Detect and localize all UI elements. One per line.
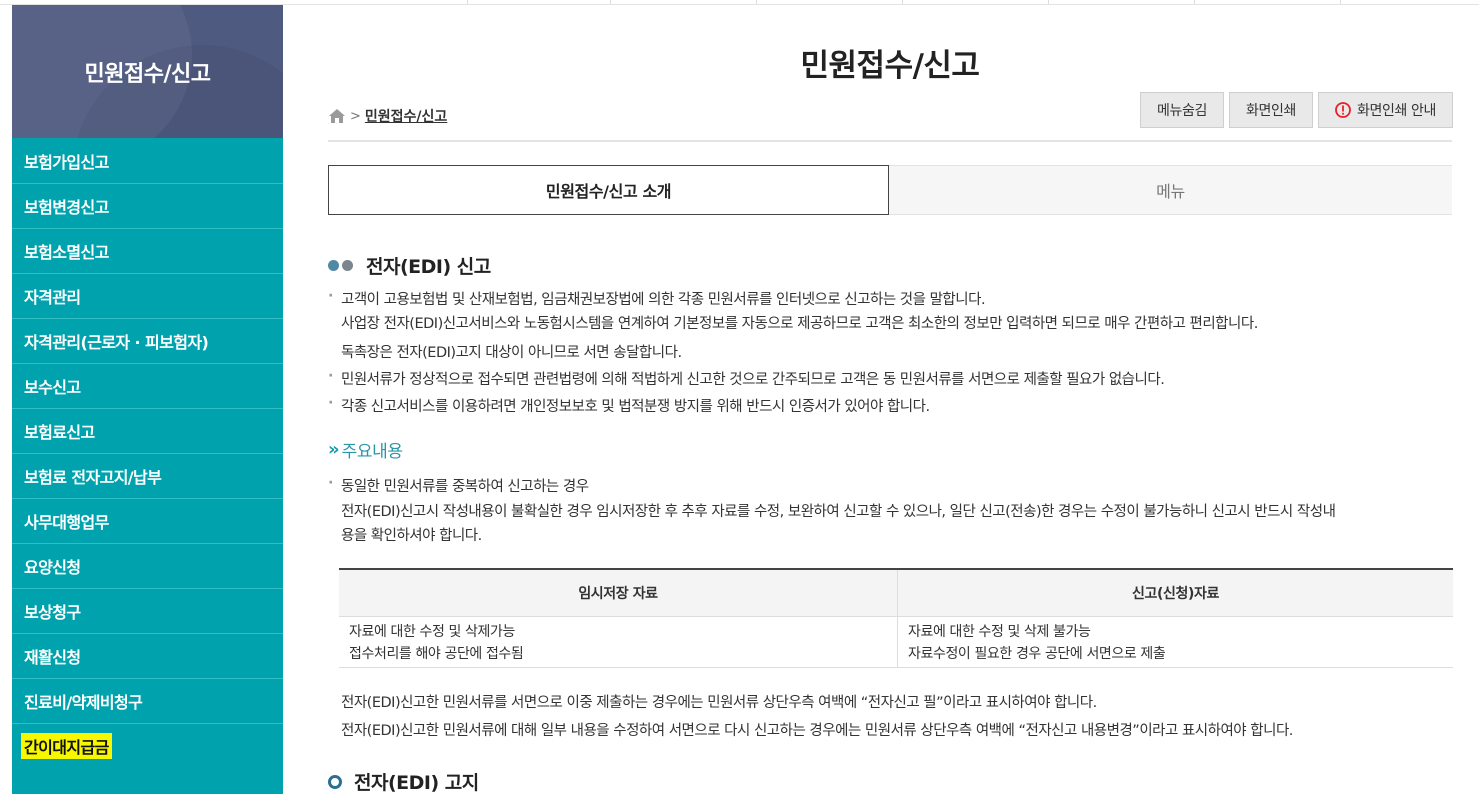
paragraph: 용을 확인하셔야 합니다. [341,528,482,544]
double-dot-icon [328,260,356,271]
sidebar-item-insurance-join[interactable]: 보험가입신고 [12,138,283,183]
tab-bar: 민원접수/신고 소개 메뉴 [328,165,1452,215]
sidebar-item-label: 보수신고 [24,378,81,397]
print-guide-button[interactable]: 화면인쇄 안내 [1318,92,1453,128]
paragraph: 민원서류가 정상적으로 접수되면 관련법령에 의해 적법하게 신고한 것으로 간… [328,368,1165,389]
paragraph: 각종 신고서비스를 이용하려면 개인정보보호 및 법적분쟁 방지를 위해 반드시… [328,395,930,416]
print-button[interactable]: 화면인쇄 [1229,92,1313,128]
paragraph: 사업장 전자(EDI)신고서비스와 노동험시스템을 연계하여 기본정보를 자동으… [341,316,1258,332]
hide-menu-button[interactable]: 메뉴숨김 [1140,92,1224,128]
warning-icon [1335,102,1351,118]
sidebar-item-label: 보험변경신고 [24,198,109,217]
sidebar-item-label: 보상청구 [24,603,81,622]
sidebar-item-label: 재활신청 [24,648,81,667]
sidebar-item-label: 간이대지급금 [21,733,112,759]
double-chevron-icon: » [328,439,339,460]
breadcrumb: > 민원접수/신고 [328,106,447,126]
paragraph: 전자(EDI)신고시 작성내용이 불확실한 경우 임시저장한 후 추후 자료를 … [341,504,1336,520]
sidebar-item-wage-report[interactable]: 보수신고 [12,363,283,408]
section-edi-report-title: 전자(EDI) 신고 [328,252,491,279]
subsection-title: » 주요내용 [328,437,403,462]
sidebar-item-care-application[interactable]: 요양신청 [12,543,283,588]
cell-line: 자료에 대한 수정 및 삭제가능 [349,624,515,640]
sidebar-item-qualification[interactable]: 자격관리 [12,273,283,318]
sidebar-item-label: 자격관리(근로자 · 피보험자) [24,333,209,352]
sidebar-item-rehab-application[interactable]: 재활신청 [12,633,283,678]
note-line: 전자(EDI)신고한 민원서류를 서면으로 이중 제출하는 경우에는 민원서류 … [341,695,1097,711]
subsection-title-text: 주요내용 [341,442,403,462]
table-cell: 자료에 대한 수정 및 삭제가능 접수처리를 해야 공단에 접수됨 [339,616,898,668]
section-title-text: 전자(EDI) 신고 [366,256,491,278]
sidebar-header: 민원접수/신고 [12,5,283,138]
home-icon[interactable] [328,107,346,125]
print-guide-label: 화면인쇄 안내 [1357,103,1436,119]
tab-menu[interactable]: 메뉴 [889,165,1452,215]
tab-intro[interactable]: 민원접수/신고 소개 [328,165,889,215]
ring-bullet-icon [328,774,342,789]
paragraph: 독촉장은 전자(EDI)고지 대상이 아니므로 서면 송달합니다. [341,345,682,361]
sidebar-item-label: 요양신청 [24,558,81,577]
column-header: 임시저장 자료 [339,568,898,617]
note-line: 전자(EDI)신고한 민원서류에 대해 일부 내용을 수정하여 서면으로 다시 … [341,723,1293,739]
sidebar-item-label: 사무대행업무 [24,513,109,532]
sidebar-item-label: 보험가입신고 [24,152,109,172]
sidebar-item-label: 보험료신고 [24,423,95,442]
sidebar-item-label: 보험소멸신고 [24,243,109,262]
sidebar-item-insurance-change[interactable]: 보험변경신고 [12,183,283,228]
table-row: 자료에 대한 수정 및 삭제가능 접수처리를 해야 공단에 접수됨 자료에 대한… [339,616,1453,668]
header-divider [328,140,1452,142]
sidebar-item-medical-claim[interactable]: 진료비/약제비청구 [12,678,283,723]
paragraph: 동일한 민원서류를 중복하여 신고하는 경우 [328,475,589,496]
table-header-row: 임시저장 자료 신고(신청)자료 [339,568,1453,617]
section-edi-notice-title: 전자(EDI) 고지 [328,768,479,795]
cell-line: 접수처리를 해야 공단에 접수됨 [349,646,524,662]
sidebar-item-insurance-termination[interactable]: 보험소멸신고 [12,228,283,273]
sidebar-item-label: 보험료 전자고지/납부 [24,468,162,487]
sidebar-item-premium-payment[interactable]: 보험료 전자고지/납부 [12,453,283,498]
sidebar-item-qualification-worker[interactable]: 자격관리(근로자 · 피보험자) [12,318,283,363]
sidebar-menu: 보험가입신고 보험변경신고 보험소멸신고 자격관리 자격관리(근로자 · 피보험… [12,138,283,768]
sidebar-item-label: 진료비/약제비청구 [24,693,143,712]
table-cell: 자료에 대한 수정 및 삭제 불가능 자료수정이 필요한 경우 공단에 서면으로… [897,616,1453,668]
sidebar-title: 민원접수/신고 [84,61,211,87]
sidebar-item-simple-payment[interactable]: 간이대지급금 [12,723,283,768]
cell-line: 자료수정이 필요한 경우 공단에 서면으로 제출 [908,646,1166,662]
paragraph: 고객이 고용보험법 및 산재보험법, 임금채권보장법에 의한 각종 민원서류를 … [328,288,986,309]
comparison-table: 임시저장 자료 신고(신청)자료 자료에 대한 수정 및 삭제가능 접수처리를 … [339,568,1453,668]
section-title-text: 전자(EDI) 고지 [354,772,479,794]
sidebar: 민원접수/신고 보험가입신고 보험변경신고 보험소멸신고 자격관리 자격관리(근… [12,5,283,794]
column-header: 신고(신청)자료 [897,568,1453,617]
cell-line: 자료에 대한 수정 및 삭제 불가능 [908,624,1091,640]
sidebar-item-label: 자격관리 [24,288,81,307]
page-title: 민원접수/신고 [800,48,980,84]
sidebar-item-compensation-claim[interactable]: 보상청구 [12,588,283,633]
breadcrumb-separator: > [350,108,361,124]
breadcrumb-current[interactable]: 민원접수/신고 [365,106,447,126]
sidebar-item-premium-report[interactable]: 보험료신고 [12,408,283,453]
sidebar-item-agency-work[interactable]: 사무대행업무 [12,498,283,543]
